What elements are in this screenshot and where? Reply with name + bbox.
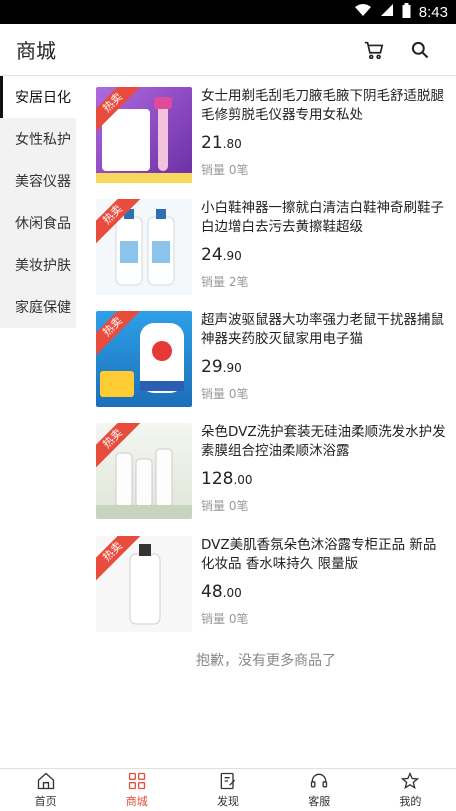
product-name: 女士用剃毛刮毛刀腋毛腋下阴毛舒适脱腿毛修剪脱毛仪器专用女私处: [201, 88, 444, 123]
tab-label: 客服: [308, 795, 331, 808]
sidebar-item-label: 美容仪器: [15, 174, 71, 190]
product-sales: 销量 0笔: [201, 163, 249, 177]
sidebar-item-label: 女性私护: [15, 132, 71, 148]
sidebar-item-health[interactable]: 家庭保健: [0, 286, 76, 328]
product-price: 48.00: [201, 582, 242, 602]
product-name: 小白鞋神器一擦就白清洁白鞋神奇刷鞋子白边增白去污去黄擦鞋超级: [201, 200, 444, 235]
product-price: 21.80: [201, 133, 242, 153]
no-more-products: 抱歉，没有更多商品了: [196, 653, 336, 669]
grid-icon: [128, 772, 145, 790]
tab-mall[interactable]: 商城: [91, 769, 182, 811]
product-image: 热卖: [96, 311, 192, 407]
sidebar-item-label: 休闲食品: [15, 216, 71, 232]
status-time: 8:43: [418, 3, 448, 21]
sidebar-item-skincare[interactable]: 美妆护肤: [0, 244, 76, 286]
product-card[interactable]: 热卖 小白鞋神器一擦就白清洁白鞋神奇刷鞋子白边增白去污去黄擦鞋超级 24.90 …: [96, 199, 446, 299]
sidebar-item-label: 安居日化: [15, 90, 71, 106]
star-icon: [401, 771, 420, 790]
cart-icon[interactable]: [354, 30, 394, 70]
product-sales: 销量 0笔: [201, 499, 249, 513]
tab-discover[interactable]: 发现: [182, 769, 273, 811]
tab-label: 发现: [217, 795, 239, 808]
category-sidebar: 安居日化 女性私护 美容仪器 休闲食品 美妆护肤 家庭保健: [0, 76, 76, 328]
product-price: 24.90: [201, 245, 242, 265]
product-name: DVZ美肌香氛朵色沐浴露专柜正品 新品化妆品 香水味持久 限量版: [201, 537, 437, 572]
battery-icon: [402, 2, 411, 22]
status-bar: 8:43: [0, 0, 456, 24]
product-image: 热卖: [96, 87, 192, 183]
search-icon[interactable]: [400, 30, 440, 70]
tab-profile[interactable]: 我的: [365, 769, 456, 811]
product-image: 热卖: [96, 423, 192, 519]
app-bar: 商城: [0, 24, 456, 76]
product-price: 29.90: [201, 357, 242, 377]
sidebar-item-label: 家庭保健: [15, 300, 71, 316]
bottom-tab-bar: 首页 商城 发现 客服 我的: [0, 768, 456, 811]
product-sales: 销量 2笔: [201, 275, 249, 289]
product-name: 超声波驱鼠器大功率强力老鼠干扰器捕鼠神器夹药胶灭鼠家用电子猫: [201, 312, 444, 347]
sidebar-item-home-care[interactable]: 安居日化: [0, 76, 76, 118]
sidebar-item-feminine-care[interactable]: 女性私护: [0, 118, 76, 160]
home-icon: [37, 772, 54, 790]
product-sales: 销量 0笔: [201, 387, 249, 401]
wifi-icon: [354, 3, 372, 21]
product-image: 热卖: [96, 199, 192, 295]
product-list: 热卖 女士用剃毛刮毛刀腋毛腋下阴毛舒适脱腿毛修剪脱毛仪器专用女私处 21.80 …: [76, 76, 456, 768]
product-name: 朵色DVZ洗护套装无硅油柔顺洗发水护发素膜组合控油柔顺沐浴露: [201, 424, 446, 459]
headset-icon: [311, 773, 328, 788]
edit-icon: [220, 772, 236, 790]
sidebar-item-beauty-devices[interactable]: 美容仪器: [0, 160, 76, 202]
sidebar-item-label: 美妆护肤: [15, 258, 71, 274]
tab-label: 首页: [34, 795, 57, 808]
product-card[interactable]: 热卖 女士用剃毛刮毛刀腋毛腋下阴毛舒适脱腿毛修剪脱毛仪器专用女私处 21.80 …: [96, 87, 446, 187]
page-title: 商城: [16, 39, 56, 63]
product-card[interactable]: 热卖 超声波驱鼠器大功率强力老鼠干扰器捕鼠神器夹药胶灭鼠家用电子猫 29.90 …: [96, 311, 446, 411]
product-sales: 销量 0笔: [201, 612, 249, 626]
tab-service[interactable]: 客服: [274, 769, 365, 811]
sidebar-item-snacks[interactable]: 休闲食品: [0, 202, 76, 244]
signal-icon: [380, 3, 394, 21]
product-image: 热卖: [96, 536, 192, 632]
tab-label: 我的: [399, 795, 422, 808]
tab-home[interactable]: 首页: [0, 769, 91, 811]
product-card[interactable]: 热卖 DVZ美肌香氛朵色沐浴露专柜正品 新品化妆品 香水味持久 限量版 48.0…: [96, 536, 446, 636]
tab-label: 商城: [125, 795, 148, 808]
product-card[interactable]: 热卖 朵色DVZ洗护套装无硅油柔顺洗发水护发素膜组合控油柔顺沐浴露 128.00…: [96, 423, 446, 523]
product-price: 128.00: [201, 469, 253, 489]
